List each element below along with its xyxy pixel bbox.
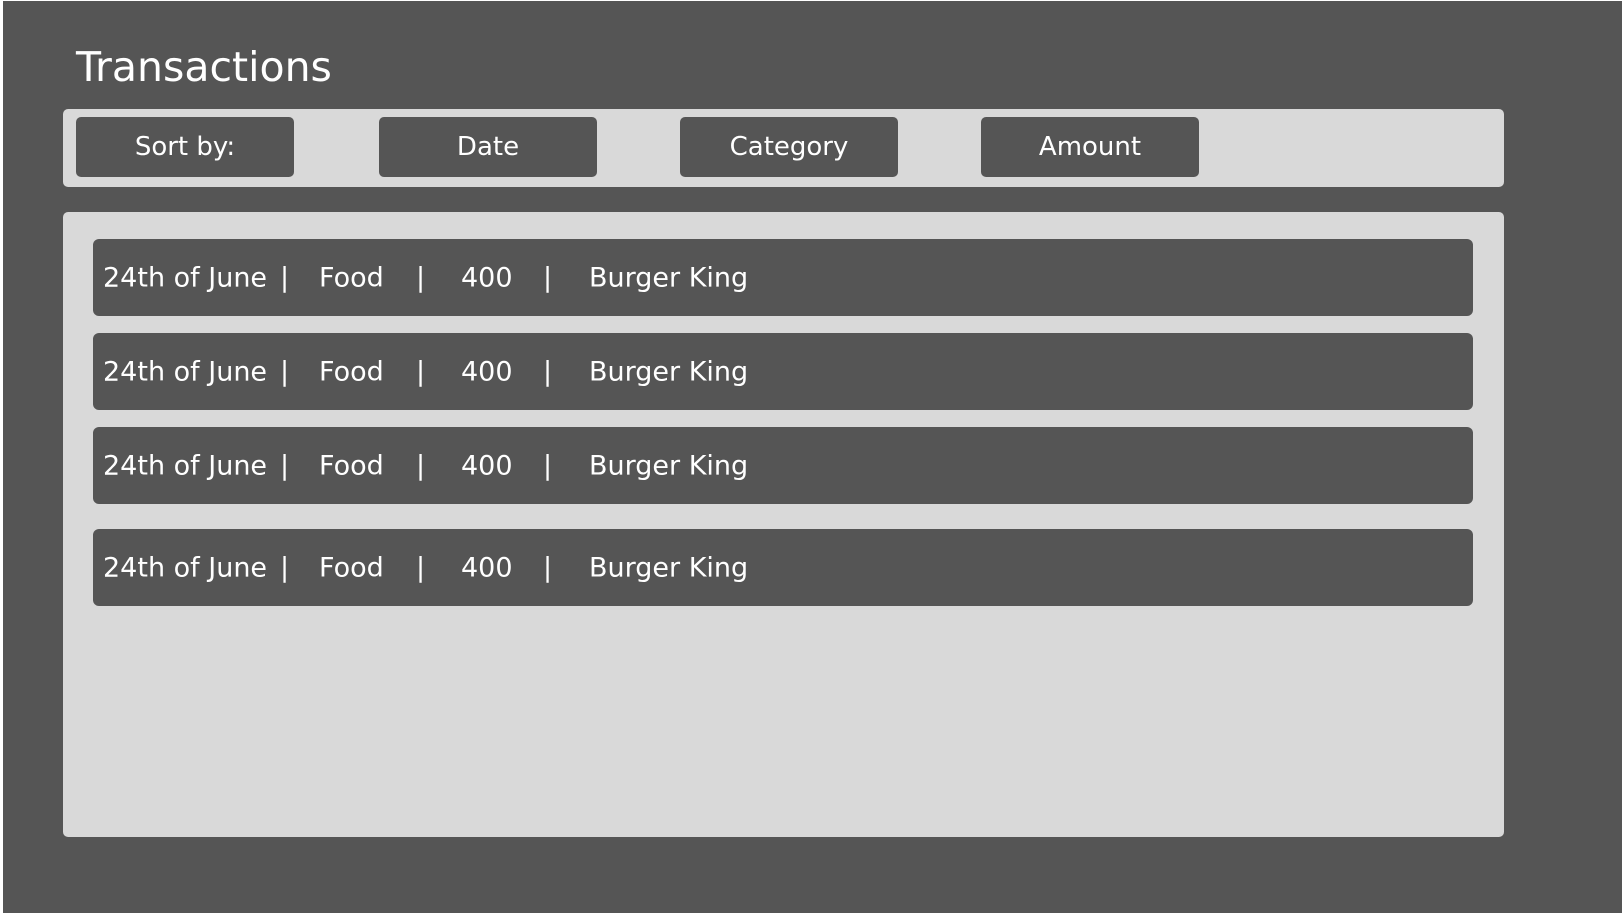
sort-category-button[interactable]: Category <box>680 117 898 177</box>
separator: | <box>280 356 290 387</box>
transaction-amount: 400 <box>461 450 513 481</box>
transaction-merchant: Burger King <box>589 356 749 387</box>
transactions-screen: Transactions Sort by: Date Category Amou… <box>3 1 1622 913</box>
sort-bar: Sort by: Date Category Amount <box>63 109 1504 187</box>
transaction-amount: 400 <box>461 552 513 583</box>
page-title: Transactions <box>76 43 332 91</box>
transaction-date: 24th of June <box>103 450 268 481</box>
separator: | <box>416 356 426 387</box>
transaction-category: Food <box>319 356 384 387</box>
separator: | <box>280 450 290 481</box>
separator: | <box>543 552 553 583</box>
separator: | <box>416 552 426 583</box>
separator: | <box>543 356 553 387</box>
sort-amount-button[interactable]: Amount <box>981 117 1199 177</box>
separator: | <box>543 450 553 481</box>
separator: | <box>416 450 426 481</box>
separator: | <box>543 262 553 293</box>
transaction-merchant: Burger King <box>589 450 749 481</box>
separator: | <box>280 262 290 293</box>
transaction-row[interactable]: 24th of June | Food | 400 | Burger King <box>93 427 1473 504</box>
transaction-merchant: Burger King <box>589 262 749 293</box>
sort-by-label: Sort by: <box>76 117 294 177</box>
transaction-row[interactable]: 24th of June | Food | 400 | Burger King <box>93 529 1473 606</box>
transaction-date: 24th of June <box>103 552 268 583</box>
transaction-amount: 400 <box>461 356 513 387</box>
transaction-category: Food <box>319 450 384 481</box>
transaction-category: Food <box>319 552 384 583</box>
transaction-category: Food <box>319 262 384 293</box>
transaction-date: 24th of June <box>103 262 268 293</box>
transaction-row[interactable]: 24th of June | Food | 400 | Burger King <box>93 239 1473 316</box>
transaction-row[interactable]: 24th of June | Food | 400 | Burger King <box>93 333 1473 410</box>
transactions-list: 24th of June | Food | 400 | Burger King … <box>63 212 1504 837</box>
separator: | <box>280 552 290 583</box>
transaction-date: 24th of June <box>103 356 268 387</box>
separator: | <box>416 262 426 293</box>
sort-date-button[interactable]: Date <box>379 117 597 177</box>
transaction-amount: 400 <box>461 262 513 293</box>
transaction-merchant: Burger King <box>589 552 749 583</box>
